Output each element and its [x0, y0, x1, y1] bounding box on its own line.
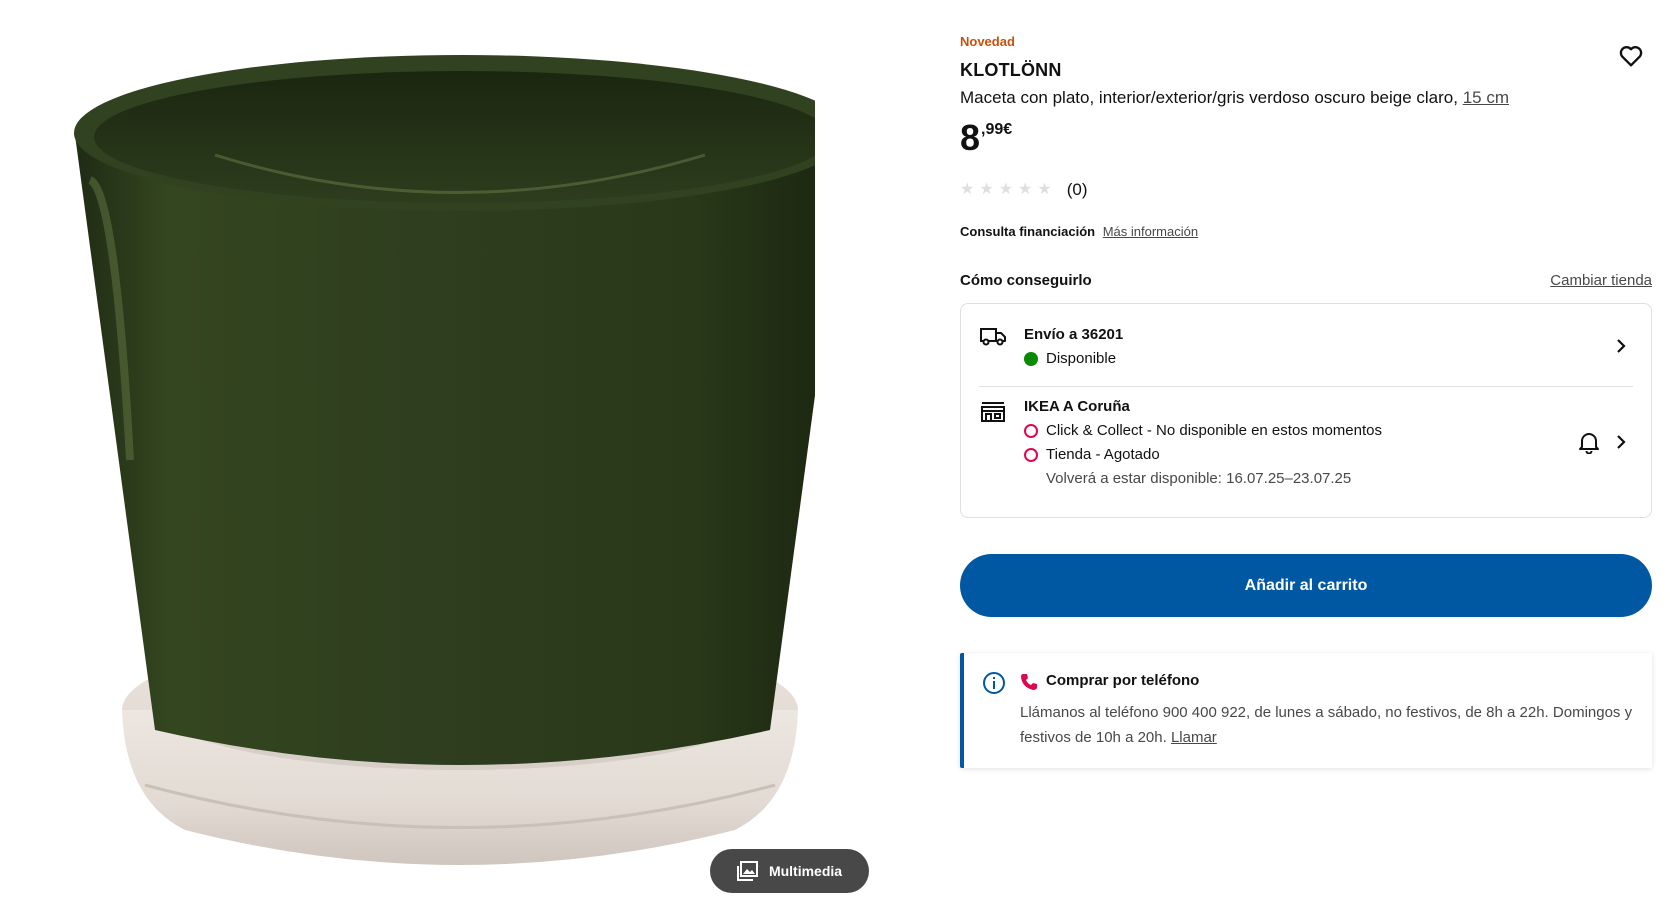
star-icon: ★: [1018, 181, 1033, 198]
click-collect-text: Click & Collect - No disponible en estos…: [1046, 422, 1382, 439]
product-description-text: Maceta con plato, interior/exterior/gris…: [960, 88, 1458, 107]
unavailable-dot-icon: [1024, 423, 1038, 438]
rating[interactable]: ★ ★ ★ ★ ★ (0): [960, 180, 1088, 200]
product-description: Maceta con plato, interior/exterior/gris…: [960, 88, 1509, 108]
info-icon: [983, 672, 1005, 694]
more-info-link[interactable]: Más información: [1103, 224, 1198, 239]
gallery-icon: [736, 861, 758, 881]
phone-icon: [1021, 674, 1037, 690]
new-badge: Novedad: [960, 34, 1015, 49]
store-row[interactable]: IKEA A Coruña Click & Collect - No dispo…: [961, 386, 1651, 518]
truck-icon: [980, 328, 1006, 346]
chevron-right-icon: [1617, 435, 1626, 449]
delivery-title: Envío a 36201: [1024, 326, 1124, 343]
delivery-status-text: Disponible: [1046, 350, 1117, 367]
phone-text: Llámanos al teléfono 900 400 922, de lun…: [1020, 700, 1640, 750]
size-link[interactable]: 15 cm: [1463, 88, 1509, 107]
unavailable-dot-icon: [1024, 447, 1038, 462]
financing-label: Consulta financiación: [960, 224, 1096, 239]
financing-info: Consulta financiación Más información: [960, 224, 1198, 239]
star-icon: ★: [998, 181, 1014, 198]
call-link[interactable]: Llamar: [1171, 729, 1217, 746]
store-icon: [981, 402, 1005, 422]
price-decimal: ,99€: [981, 121, 1013, 138]
phone-title: Comprar por teléfono: [1046, 672, 1200, 689]
in-store-status: Tienda - Agotado: [1024, 446, 1160, 463]
multimedia-label: Multimedia: [768, 863, 843, 879]
store-title: IKEA A Coruña: [1024, 398, 1130, 415]
change-store-link[interactable]: Cambiar tienda: [1550, 272, 1652, 289]
rating-count: (0): [1066, 180, 1088, 199]
in-store-text: Tienda - Agotado: [1046, 446, 1160, 463]
delivery-status: Disponible: [1024, 350, 1116, 367]
product-media: Multimedia: [0, 0, 900, 909]
phone-purchase-info: Comprar por teléfono Llámanos al teléfon…: [960, 653, 1652, 768]
product-image[interactable]: [55, 40, 815, 870]
phone-description: Llámanos al teléfono 900 400 922, de lun…: [1020, 704, 1633, 746]
star-icon: ★: [1037, 181, 1052, 198]
available-dot-icon: [1024, 351, 1038, 366]
star-icon: ★: [960, 181, 975, 198]
favorite-heart-icon[interactable]: [1617, 42, 1645, 70]
chevron-right-icon: [1617, 339, 1626, 353]
star-icon: ★: [979, 181, 994, 198]
click-collect-status: Click & Collect - No disponible en estos…: [1024, 422, 1382, 439]
delivery-row[interactable]: Envío a 36201 Disponible: [961, 304, 1651, 386]
price-integer: 8: [960, 117, 981, 158]
restock-date: Volverá a estar disponible: 16.07.25–23.…: [1046, 470, 1352, 487]
availability-box: Envío a 36201 Disponible IKEA A Coruña C…: [960, 303, 1652, 518]
how-to-get-title: Cómo conseguirlo: [960, 272, 1092, 289]
product-name: KLOTLÖNN: [960, 60, 1062, 80]
bell-icon[interactable]: [1578, 430, 1600, 454]
product-price: 8 ,99€: [960, 118, 1012, 158]
multimedia-button[interactable]: Multimedia: [710, 849, 869, 893]
add-to-cart-button[interactable]: Añadir al carrito: [960, 554, 1652, 617]
